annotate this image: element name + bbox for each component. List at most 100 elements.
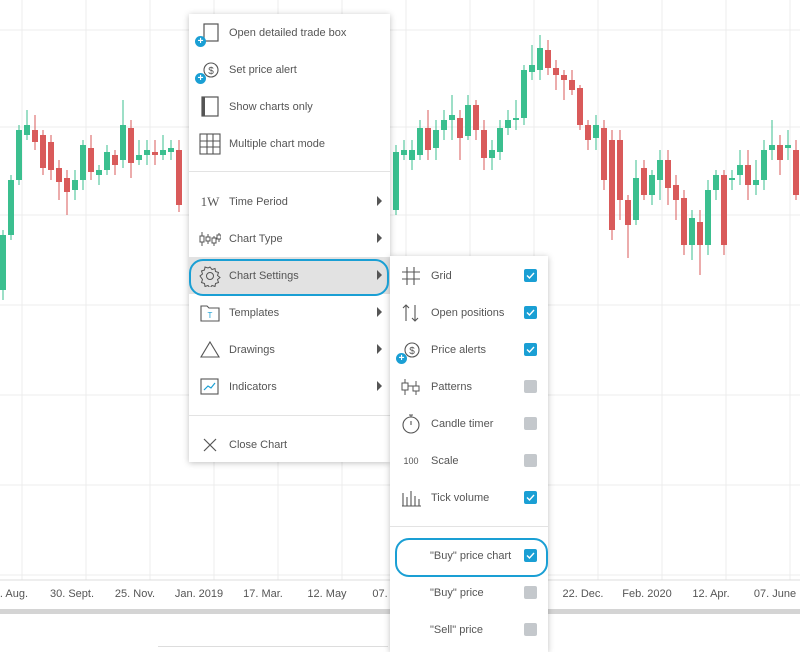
scale-setting[interactable]: 100 Scale [390, 442, 548, 479]
templates-icon: T [197, 300, 223, 326]
scale-checkbox[interactable] [524, 454, 537, 467]
candle-body [56, 168, 62, 182]
x-axis-label: 17. Mar. [243, 588, 283, 600]
setting-label: Tick volume [431, 491, 490, 504]
trade-box-plus-icon: + [195, 20, 223, 47]
candle-body [489, 150, 495, 158]
candle-body [713, 175, 719, 190]
chart-settings-submenu: Grid Open positions $ + Price alerts Pat… [390, 256, 548, 652]
open-positions-checkbox[interactable] [524, 306, 537, 319]
open-positions-setting[interactable]: Open positions [390, 294, 548, 331]
setting-label: Grid [431, 269, 452, 282]
sell-price-setting[interactable]: "Sell" price [390, 611, 548, 648]
setting-label: Candle timer [431, 417, 494, 430]
candle-body [64, 178, 70, 192]
candle-body [152, 152, 158, 155]
candle-body [393, 152, 399, 210]
candle-body [120, 125, 126, 160]
x-axis-label: 12. May [307, 588, 347, 600]
candle-body [425, 128, 431, 150]
drawings-item[interactable]: Drawings [189, 331, 390, 368]
candle-body [737, 165, 743, 175]
candle-body [505, 120, 511, 128]
x-axis-label: 22. Dec. [562, 588, 604, 600]
menu-divider [189, 171, 390, 172]
candle-body [48, 142, 54, 170]
buy-price-setting[interactable]: "Buy" price [390, 574, 548, 611]
indicators-item[interactable]: Indicators [189, 368, 390, 405]
x-axis-label: 12. Apr. [692, 588, 730, 600]
price-alerts-setting[interactable]: $ + Price alerts [390, 331, 548, 368]
patterns-checkbox[interactable] [524, 380, 537, 393]
candle-body [144, 150, 150, 155]
chart-type-item[interactable]: Chart Type [189, 220, 390, 257]
menu-item-label: Show charts only [229, 100, 313, 113]
candle-body [0, 235, 6, 290]
scale-icon: 100 [403, 455, 419, 466]
candle-body [417, 128, 423, 155]
candle-body [465, 105, 471, 136]
setting-label: Price alerts [431, 343, 487, 356]
chart-context-menu: + Open detailed trade box $ + Set price … [189, 14, 390, 462]
candle-body [521, 70, 527, 118]
price-alerts-checkbox[interactable] [524, 343, 537, 356]
chevron-right-icon [377, 196, 382, 206]
patterns-setting[interactable]: Patterns [390, 368, 548, 405]
candle-timer-checkbox[interactable] [524, 417, 537, 430]
buy-price-checkbox[interactable] [524, 586, 537, 599]
svg-text:$: $ [409, 346, 415, 357]
tick-volume-checkbox[interactable] [524, 491, 537, 504]
chevron-right-icon [377, 381, 382, 391]
candle-body [529, 65, 535, 72]
close-chart-item[interactable]: Close Chart [189, 426, 390, 463]
menu-item-label: Close Chart [229, 438, 288, 451]
menu-item-label: Chart Settings [229, 269, 299, 282]
set-price-alert-item[interactable]: $ + Set price alert [189, 51, 390, 88]
grid-setting[interactable]: Grid [390, 257, 548, 294]
templates-item[interactable]: T Templates [189, 294, 390, 331]
indicators-icon [197, 374, 223, 400]
show-charts-only-item[interactable]: Show charts only [189, 88, 390, 125]
buy-price-chart-setting[interactable]: "Buy" price chart [390, 537, 548, 574]
buy-price-chart-checkbox[interactable] [524, 549, 537, 562]
candle-body [625, 200, 631, 225]
x-axis-label: 07. [372, 588, 388, 600]
open-detailed-trade-box-item[interactable]: + Open detailed trade box [189, 14, 390, 51]
candle-body [617, 140, 623, 200]
menu-item-label: Multiple chart mode [229, 137, 325, 150]
candle-body [649, 175, 655, 195]
setting-label: "Sell" price [430, 623, 484, 636]
candle-body [96, 170, 102, 175]
tick-volume-setting[interactable]: Tick volume [390, 479, 548, 516]
candle-body [633, 178, 639, 220]
candle-body [721, 175, 727, 245]
menu-divider [189, 415, 390, 416]
x-axis-label: 07. June [753, 588, 797, 600]
triangle-icon [197, 337, 223, 363]
candlestick-icon [197, 226, 223, 252]
candle-body [128, 128, 134, 163]
time-period-item[interactable]: 1W Time Period [189, 183, 390, 220]
candle-body [457, 118, 463, 138]
chart-settings-item[interactable]: Chart Settings [189, 257, 390, 294]
candle-body [40, 135, 46, 168]
candle-body [593, 125, 599, 138]
candle-timer-setting[interactable]: Candle timer [390, 405, 548, 442]
price-alert-plus-icon: $ + [396, 337, 424, 364]
candle-body [160, 150, 166, 155]
candle-body [745, 165, 751, 185]
x-axis-label: . Aug. [0, 588, 29, 600]
grid-icon [398, 263, 424, 289]
sell-price-checkbox[interactable] [524, 623, 537, 636]
patterns-icon [398, 374, 424, 400]
menu-item-label: Time Period [229, 195, 288, 208]
candle-body [409, 150, 415, 160]
candle-body [553, 68, 559, 75]
multiple-chart-mode-item[interactable]: Multiple chart mode [189, 125, 390, 162]
candle-body [104, 152, 110, 170]
grid-checkbox[interactable] [524, 269, 537, 282]
candle-body [497, 128, 503, 152]
candle-body [8, 180, 14, 235]
chevron-right-icon [377, 270, 382, 280]
setting-label: Scale [431, 454, 459, 467]
